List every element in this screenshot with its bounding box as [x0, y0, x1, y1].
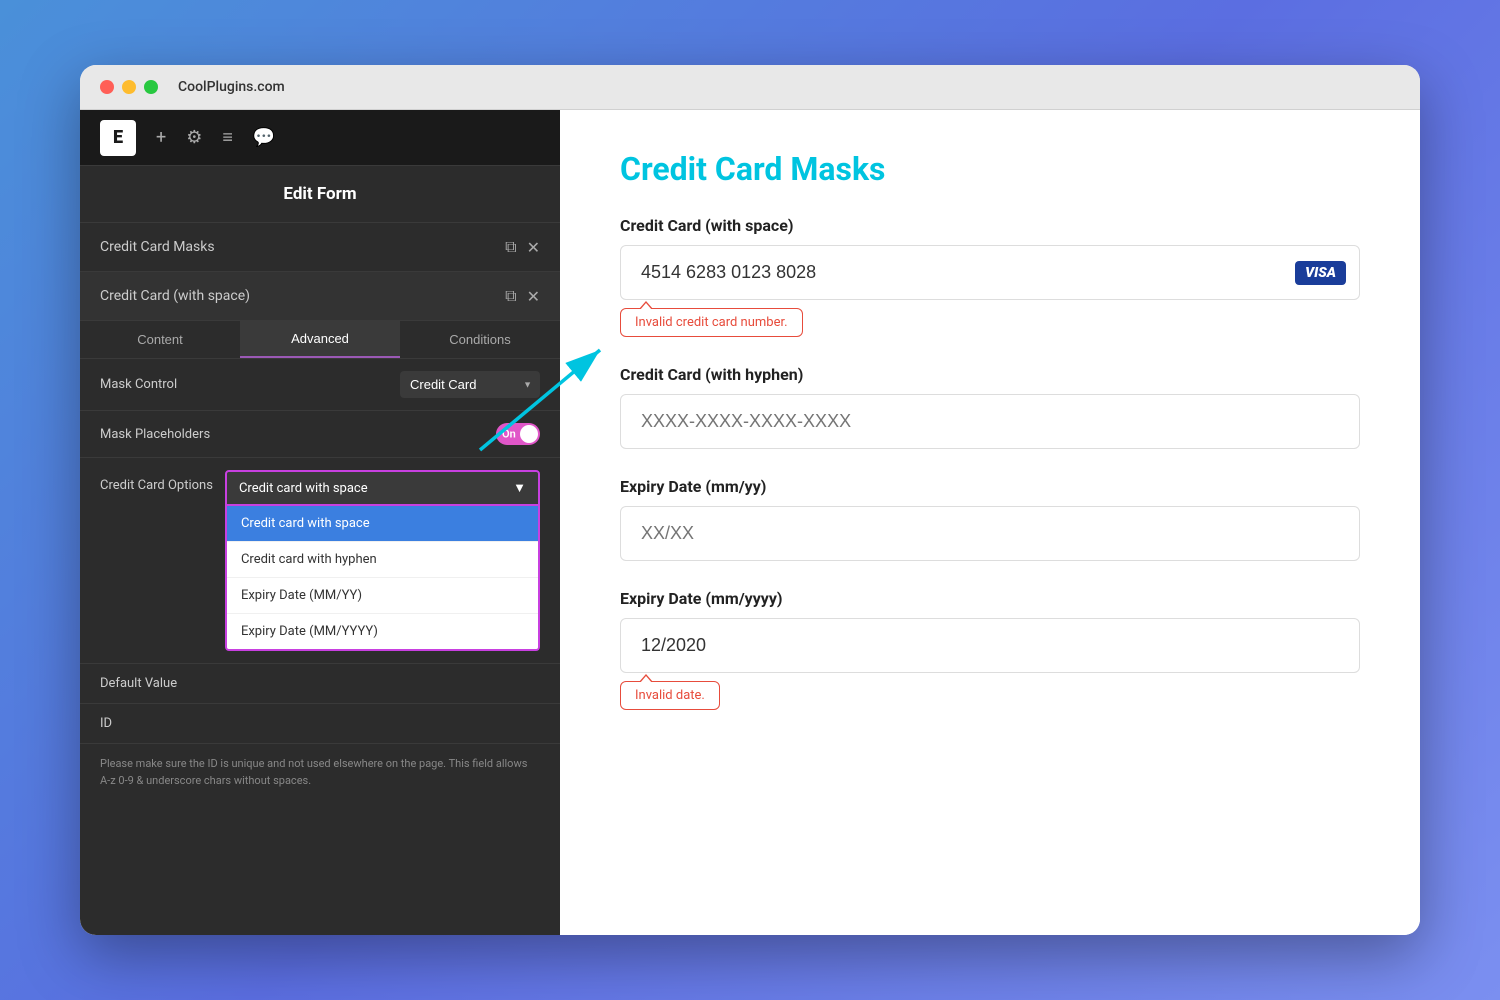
field-input-expiry-yyyy[interactable] — [620, 618, 1360, 673]
field-group-cc-space: Credit Card (with space) VISA Invalid cr… — [620, 216, 1360, 337]
default-value-label: Default Value — [100, 676, 177, 691]
browser-content: E + ⚙ ≡ 💬 Edit Form Credit Card Masks ⧉ … — [80, 110, 1420, 935]
add-icon[interactable]: + — [156, 127, 166, 148]
credit-card-options-trigger[interactable]: Credit card with space ▼ — [225, 470, 540, 506]
field-group-expiry-yy: Expiry Date (mm/yy) — [620, 477, 1360, 561]
elementor-topbar: E + ⚙ ≡ 💬 — [80, 110, 560, 166]
browser-window: CoolPlugins.com E + ⚙ ≡ 💬 Edit Form — [80, 65, 1420, 935]
field-label-cc-space: Credit Card (with space) — [620, 216, 1360, 235]
field-label-expiry-yyyy: Expiry Date (mm/yyyy) — [620, 589, 1360, 608]
mask-control-row: Mask Control Credit Card — [80, 359, 560, 411]
error-tooltip-expiry-yyyy: Invalid date. — [620, 681, 720, 710]
right-panel: Credit Card Masks Credit Card (with spac… — [560, 110, 1420, 935]
error-text-cc-space: Invalid credit card number. — [635, 315, 788, 330]
field-input-wrapper-cc-hyphen — [620, 394, 1360, 449]
dropdown-option-2[interactable]: Credit card with hyphen — [227, 542, 538, 578]
dropdown-option-1[interactable]: Credit card with space — [227, 506, 538, 542]
id-label: ID — [100, 716, 112, 731]
traffic-light-yellow[interactable] — [122, 80, 136, 94]
field-group-cc-hyphen: Credit Card (with hyphen) — [620, 365, 1360, 449]
mask-placeholders-row: Mask Placeholders On — [80, 411, 560, 458]
section-item-label-1: Credit Card Masks — [100, 239, 215, 255]
tabs-row: Content Advanced Conditions — [80, 321, 560, 359]
layers-icon[interactable]: ≡ — [222, 127, 233, 148]
dropdown-selected-value: Credit card with space — [239, 481, 368, 496]
tab-conditions[interactable]: Conditions — [400, 321, 560, 358]
tab-content[interactable]: Content — [80, 321, 240, 358]
help-text: Please make sure the ID is unique and no… — [80, 744, 560, 801]
field-input-cc-hyphen[interactable] — [620, 394, 1360, 449]
section-item-credit-card-masks[interactable]: Credit Card Masks ⧉ ✕ — [80, 223, 560, 272]
mask-control-label: Mask Control — [100, 377, 177, 392]
field-label-expiry-yy: Expiry Date (mm/yy) — [620, 477, 1360, 496]
copy-icon-1[interactable]: ⧉ — [505, 237, 516, 257]
elementor-logo-icon: E — [113, 127, 123, 148]
field-input-wrapper-expiry-yyyy — [620, 618, 1360, 673]
mask-control-select[interactable]: Credit Card — [400, 371, 540, 398]
field-input-expiry-yy[interactable] — [620, 506, 1360, 561]
field-group-expiry-yyyy: Expiry Date (mm/yyyy) Invalid date. — [620, 589, 1360, 710]
page-title: Credit Card Masks — [620, 150, 1360, 188]
help-text-content: Please make sure the ID is unique and no… — [100, 757, 527, 787]
comment-icon[interactable]: 💬 — [253, 127, 275, 148]
field-input-cc-space[interactable] — [620, 245, 1360, 300]
default-value-row: Default Value — [80, 664, 560, 704]
credit-card-options-dropdown-container: Credit card with space ▼ Credit card wit… — [225, 470, 540, 651]
credit-card-options-row: Credit Card Options Credit card with spa… — [80, 458, 560, 664]
elementor-logo: E — [100, 120, 136, 156]
visa-badge: VISA — [1295, 261, 1346, 285]
dropdown-option-3[interactable]: Expiry Date (MM/YY) — [227, 578, 538, 614]
panel-title: Edit Form — [283, 184, 356, 204]
dropdown-option-4[interactable]: Expiry Date (MM/YYYY) — [227, 614, 538, 649]
left-panel: E + ⚙ ≡ 💬 Edit Form Credit Card Masks ⧉ … — [80, 110, 560, 935]
field-input-wrapper-cc-space: VISA — [620, 245, 1360, 300]
section-item-credit-card-space[interactable]: Credit Card (with space) ⧉ ✕ — [80, 272, 560, 321]
credit-card-options-label: Credit Card Options — [100, 470, 213, 493]
mask-placeholders-control: On — [496, 423, 540, 445]
close-icon-2[interactable]: ✕ — [527, 287, 540, 306]
dropdown-chevron-icon: ▼ — [513, 480, 526, 496]
mask-control-select-wrapper: Credit Card — [400, 371, 540, 398]
close-icon-1[interactable]: ✕ — [527, 238, 540, 257]
copy-icon-2[interactable]: ⧉ — [505, 286, 516, 306]
mask-control-control: Credit Card — [400, 371, 540, 398]
field-input-wrapper-expiry-yy — [620, 506, 1360, 561]
settings-icon[interactable]: ⚙ — [186, 127, 202, 148]
item-actions-1: ⧉ ✕ — [505, 237, 540, 257]
arrow-svg — [560, 320, 620, 480]
toggle-on-label: On — [502, 428, 516, 441]
traffic-light-green[interactable] — [144, 80, 158, 94]
panel-content: Credit Card Masks ⧉ ✕ Credit Card (with … — [80, 223, 560, 935]
browser-url: CoolPlugins.com — [178, 79, 285, 95]
panel-header: Edit Form — [80, 166, 560, 223]
credit-card-options-menu: Credit card with space Credit card with … — [225, 506, 540, 651]
item-actions-2: ⧉ ✕ — [505, 286, 540, 306]
browser-toolbar: CoolPlugins.com — [80, 65, 1420, 110]
error-tooltip-cc-space: Invalid credit card number. — [620, 308, 803, 337]
id-row: ID — [80, 704, 560, 744]
traffic-lights — [100, 80, 158, 94]
traffic-light-red[interactable] — [100, 80, 114, 94]
error-text-expiry-yyyy: Invalid date. — [635, 688, 705, 703]
mask-placeholders-label: Mask Placeholders — [100, 427, 210, 442]
section-item-label-2: Credit Card (with space) — [100, 288, 250, 304]
field-label-cc-hyphen: Credit Card (with hyphen) — [620, 365, 1360, 384]
tab-advanced[interactable]: Advanced — [240, 321, 400, 358]
mask-placeholders-toggle[interactable]: On — [496, 423, 540, 445]
